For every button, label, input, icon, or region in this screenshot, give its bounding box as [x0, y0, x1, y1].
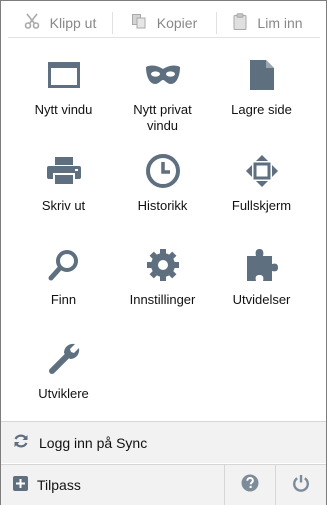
copy-button[interactable]: Kopier [112, 8, 216, 37]
tile-label: Finn [50, 292, 77, 307]
window-icon [44, 55, 84, 95]
customize-label: Tilpass [37, 477, 81, 493]
edit-controls: Klipp ut Kopier Lim inn [8, 8, 320, 38]
private-window-button[interactable]: Nytt privat vindu [110, 49, 215, 143]
find-button[interactable]: Finn [11, 239, 116, 333]
printer-icon [44, 151, 84, 191]
quit-button[interactable] [275, 465, 326, 505]
wrench-icon [44, 339, 84, 379]
paste-label: Lim inn [257, 14, 303, 31]
copy-label: Kopier [156, 14, 198, 31]
save-page-button[interactable]: Lagre side [209, 49, 314, 143]
footer-bar: Tilpass [1, 464, 326, 505]
fullscreen-button[interactable]: Fullskjerm [209, 145, 314, 239]
page-icon [242, 55, 282, 95]
print-button[interactable]: Skriv ut [11, 145, 116, 239]
paste-button[interactable]: Lim inn [216, 8, 320, 37]
sync-icon [13, 433, 29, 452]
settings-button[interactable]: Innstillinger [110, 239, 215, 333]
new-window-button[interactable]: Nytt vindu [11, 49, 116, 143]
puzzle-icon [242, 245, 282, 285]
addons-button[interactable]: Utvidelser [209, 239, 314, 333]
fullscreen-icon [242, 151, 282, 191]
sync-label: Logg inn på Sync [39, 434, 148, 451]
tile-label: Nytt vindu [34, 102, 93, 117]
scissors-icon [24, 13, 40, 32]
gear-icon [143, 245, 183, 285]
clock-icon [143, 151, 183, 191]
tile-label: Nytt privat vindu [133, 102, 192, 133]
power-icon [292, 474, 310, 497]
tile-label: Utviklere [38, 386, 89, 401]
copy-icon [131, 13, 147, 32]
tile-label: Historikk [137, 198, 188, 213]
tile-label: Skriv ut [41, 198, 86, 213]
tile-label: Lagre side [231, 102, 292, 117]
developer-button[interactable]: Utviklere [11, 333, 116, 427]
tile-label: Fullskjerm [231, 198, 292, 213]
cut-button[interactable]: Klipp ut [8, 8, 112, 37]
help-button[interactable] [224, 465, 275, 505]
customize-button[interactable]: Tilpass [1, 465, 224, 505]
tile-label: Innstillinger [129, 292, 196, 307]
cut-label: Klipp ut [49, 14, 97, 31]
tile-label: Utvidelser [232, 292, 291, 307]
plus-icon [13, 476, 28, 494]
clipboard-icon [233, 12, 247, 33]
magnifier-icon [44, 245, 84, 285]
history-button[interactable]: Historikk [110, 145, 215, 239]
sync-signin-button[interactable]: Logg inn på Sync [1, 421, 326, 463]
private-mask-icon [143, 55, 183, 95]
help-icon [241, 474, 259, 497]
menu-panel: Klipp ut Kopier Lim inn Nytt vindu Nytt … [0, 0, 327, 505]
